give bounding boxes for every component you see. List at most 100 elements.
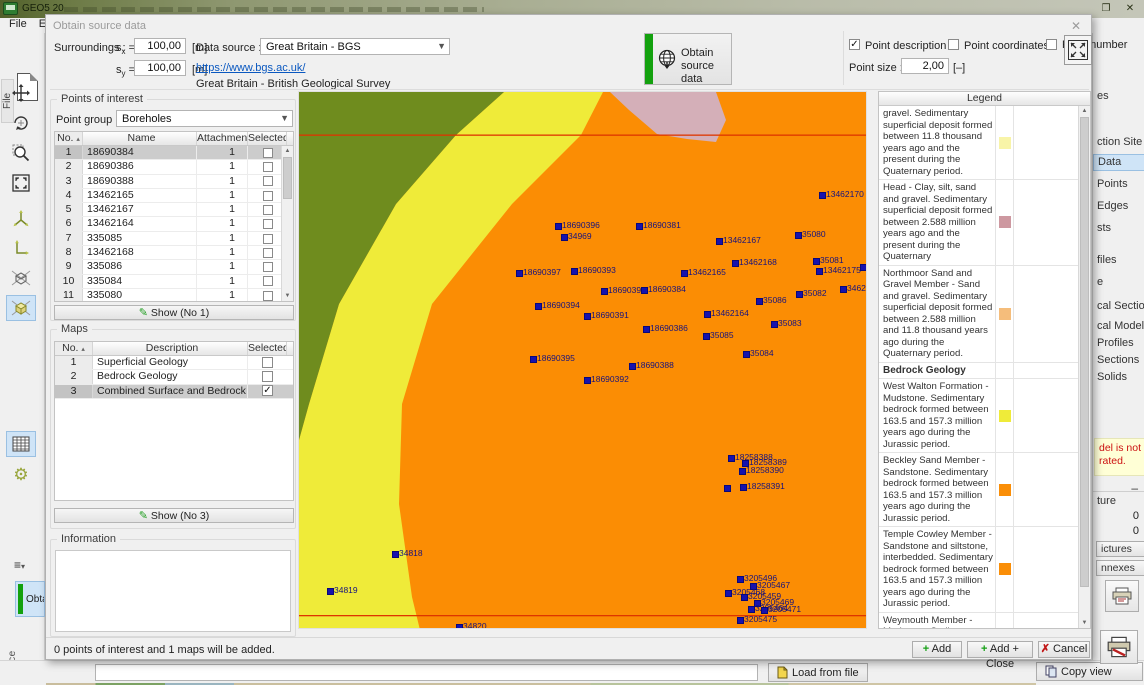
row-checkbox[interactable] [263,191,273,201]
legend-scrollbar[interactable]: ▲ ▼ [1078,106,1090,628]
cancel-button[interactable]: ✗ Cancel [1038,641,1090,658]
poi-table-row[interactable]: 8134621681 [55,246,293,260]
map-point-marker[interactable]: 13462170 [819,192,826,199]
point-coordinates-checkbox[interactable] [948,39,959,50]
command-input[interactable] [95,664,758,681]
col-selected[interactable]: Selected [248,132,287,145]
scroll-down-icon[interactable]: ▼ [282,291,293,301]
poi-table-row[interactable]: 73350851 [55,232,293,246]
map-point-marker[interactable]: 18690388 [629,363,636,370]
annexes-button[interactable]: nnexes [1096,560,1144,576]
map-point-marker[interactable]: 35084 [743,351,750,358]
sidebar-item-edges[interactable]: Edges [1097,200,1128,212]
row-checkbox[interactable] [263,291,273,301]
map-point-marker[interactable]: 18258391 [740,484,747,491]
row-checkbox[interactable] [263,162,273,172]
point-number-checkbox[interactable] [1046,39,1057,50]
map-point-marker[interactable]: 35080 [795,232,802,239]
row-checkbox[interactable] [263,262,273,272]
points-table-scrollbar[interactable]: ▲ ▼ [281,146,293,301]
sidebar-item-files[interactable]: files [1097,254,1117,266]
sidebar-item-sts[interactable]: sts [1097,222,1111,234]
map-point-marker[interactable]: 18258390 [739,468,746,475]
sidebar-item-points[interactable]: Points [1097,178,1128,190]
row-checkbox[interactable] [263,276,273,286]
map-point-marker[interactable]: 18690396 [555,223,562,230]
map-point-marker[interactable]: 35086 [756,298,763,305]
map-point-marker[interactable]: 18690386 [643,326,650,333]
map-point-marker[interactable]: 34818 [392,551,399,558]
sidebar-item-e[interactable]: e [1097,276,1103,288]
row-checkbox[interactable] [263,176,273,186]
map-view[interactable]: 13462170 18690396 34969 18690381 13462167 350… [298,91,867,629]
close-window-button[interactable]: ✕ [1122,2,1138,15]
map-point-marker[interactable] [860,264,867,271]
map-point-marker[interactable]: 18690397 [516,270,523,277]
poi-table-row[interactable]: 5134621671 [55,203,293,217]
poi-table-row[interactable]: 2186903861 [55,160,293,174]
scrollbar-thumb[interactable] [283,157,292,199]
map-point-marker[interactable]: 18258388 [728,455,735,462]
sidebar-item-sections[interactable]: Sections [1097,354,1139,366]
col-name[interactable]: Name [83,132,197,145]
point-group-dropdown[interactable]: Boreholes ▼ [116,110,293,127]
menu-file[interactable]: File [9,18,27,30]
maximize-view-button[interactable] [1064,35,1092,65]
fit-to-screen-button[interactable] [6,170,36,196]
row-checkbox[interactable] [263,219,273,229]
map-point-marker[interactable]: 13462164 [704,311,711,318]
sx-input[interactable]: 100,00 [134,38,186,54]
poi-table-row[interactable]: 113350801 [55,289,293,302]
map-point-marker[interactable]: 34820 [456,624,463,629]
col-attachments[interactable]: Attachments [197,132,248,145]
pictures-button[interactable]: ictures [1096,541,1144,557]
scroll-up-icon[interactable]: ▲ [282,146,293,156]
add-close-button[interactable]: + Add + Close [967,641,1033,658]
obtain-source-data-button[interactable]: Obtain source data [644,33,732,85]
sidebar-item-es[interactable]: es [1097,90,1109,102]
sidebar-item-cal-sections[interactable]: cal Sections [1097,300,1144,312]
map-point-marker[interactable]: 13462167 [716,238,723,245]
map-point-marker[interactable]: 18690381 [636,223,643,230]
poi-table-row[interactable]: 6134621641 [55,217,293,231]
row-checkbox[interactable] [263,248,273,258]
rotate-tool-button[interactable] [6,110,36,136]
poi-table-row[interactable]: 4134621651 [55,189,293,203]
zoom-select-tool-button[interactable] [6,140,36,166]
map-point-marker[interactable]: 35085 [703,333,710,340]
map-point-marker[interactable]: 34969 [561,234,568,241]
col-no[interactable]: No. ▴ [55,342,93,355]
row-checkbox[interactable] [262,357,273,368]
add-button[interactable]: + Add [912,641,962,658]
sidebar-item-ction-site[interactable]: ction Site [1097,136,1142,148]
col-no[interactable]: No. ▴ [55,132,83,145]
poi-table-row[interactable]: 3186903881 [55,175,293,189]
solid-view-button[interactable] [6,295,36,321]
axes-3d-button[interactable] [6,205,36,231]
point-size-input[interactable]: 2,00 [901,58,949,74]
print-preview-button[interactable] [1105,580,1139,612]
row-checkbox[interactable] [263,148,273,158]
frame-list-button[interactable]: ≡▾ [14,558,40,574]
scroll-down-icon[interactable]: ▼ [1079,618,1090,628]
map-point-marker[interactable]: 3205459 [741,594,748,601]
minimize-panel-button[interactable]: – [1131,481,1138,495]
poi-table-row[interactable]: 1186903841 [55,146,293,160]
map-point-marker[interactable]: 35081 [813,258,820,265]
map-point-marker[interactable]: 35082 [796,291,803,298]
map-point-marker[interactable]: 13462175 [816,268,823,275]
map-point-marker[interactable]: 3205475 [737,617,744,624]
map-point-marker[interactable]: 18690395 [530,356,537,363]
show-map-button[interactable]: ✎ Show (No 3) [54,508,294,523]
show-point-button[interactable]: ✎ Show (No 1) [54,305,294,320]
col-description[interactable]: Description [93,342,248,355]
maps-table-row[interactable]: 3Combined Surface and Bedrock Geology (1… [55,385,293,399]
map-point-marker[interactable]: 18690393 [571,268,578,275]
map-point-marker[interactable]: 18690384 [641,287,648,294]
map-point-marker[interactable]: 13462165 [681,270,688,277]
map-point-marker[interactable]: 34819 [327,588,334,595]
map-point-marker[interactable] [724,485,731,492]
sidebar-item-data[interactable]: Data [1093,154,1144,171]
poi-table-row[interactable]: 103350841 [55,275,293,289]
map-point-marker[interactable]: 3205471 [761,607,768,614]
